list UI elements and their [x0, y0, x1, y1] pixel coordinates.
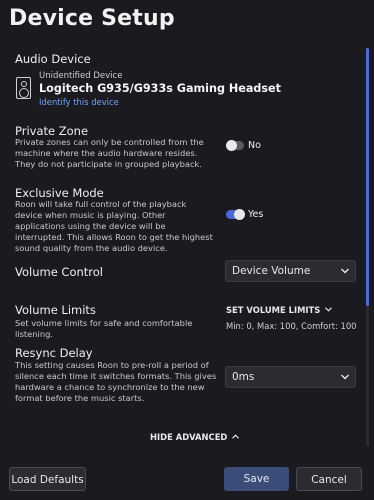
exclusive-mode-title: Exclusive Mode	[15, 186, 104, 200]
resync-delay-description: This setting causes Roon to pre-roll a p…	[15, 360, 217, 403]
private-zone-toggle-label: No	[248, 140, 261, 151]
hide-advanced-button[interactable]: HIDE ADVANCED	[150, 432, 240, 442]
speaker-icon	[16, 77, 31, 99]
exclusive-mode-toggle[interactable]	[226, 209, 245, 220]
volume-limits-summary: Min: 0, Max: 100, Comfort: 100	[226, 321, 357, 331]
private-zone-description: Private zones can only be controlled fro…	[15, 137, 204, 169]
chevron-down-icon	[325, 307, 333, 312]
exclusive-mode-toggle-label: Yes	[248, 209, 264, 220]
volume-limits-title: Volume Limits	[15, 303, 96, 317]
exclusive-mode-description: Roon will take full control of the playb…	[15, 199, 213, 253]
volume-control-title: Volume Control	[15, 265, 103, 279]
chevron-down-icon	[341, 374, 349, 380]
audio-device-label: Audio Device	[15, 52, 91, 66]
cancel-button[interactable]: Cancel	[296, 467, 362, 491]
resync-delay-value: 0ms	[232, 371, 255, 383]
chevron-down-icon	[341, 268, 349, 274]
identify-device-link[interactable]: Identify this device	[39, 97, 119, 107]
volume-limits-description: Set volume limits for safe and comfortab…	[15, 318, 193, 339]
save-button[interactable]: Save	[224, 467, 289, 491]
scrollbar-thumb[interactable]	[366, 48, 369, 306]
volume-control-value: Device Volume	[232, 265, 311, 277]
set-volume-limits-label: SET VOLUME LIMITS	[226, 305, 321, 315]
resync-delay-title: Resync Delay	[15, 346, 93, 360]
chevron-up-icon	[232, 434, 240, 439]
page-title: Device Setup	[9, 6, 175, 31]
set-volume-limits-button[interactable]: SET VOLUME LIMITS	[226, 305, 333, 315]
device-status: Unidentified Device	[39, 71, 123, 81]
resync-delay-select[interactable]: 0ms	[225, 366, 356, 388]
private-zone-toggle[interactable]	[226, 140, 244, 151]
load-defaults-button[interactable]: Load Defaults	[9, 467, 86, 491]
private-zone-title: Private Zone	[15, 124, 89, 138]
volume-control-select[interactable]: Device Volume	[225, 260, 356, 282]
hide-advanced-label: HIDE ADVANCED	[150, 432, 228, 442]
device-name: Logitech G935/G933s Gaming Headset	[39, 82, 281, 95]
